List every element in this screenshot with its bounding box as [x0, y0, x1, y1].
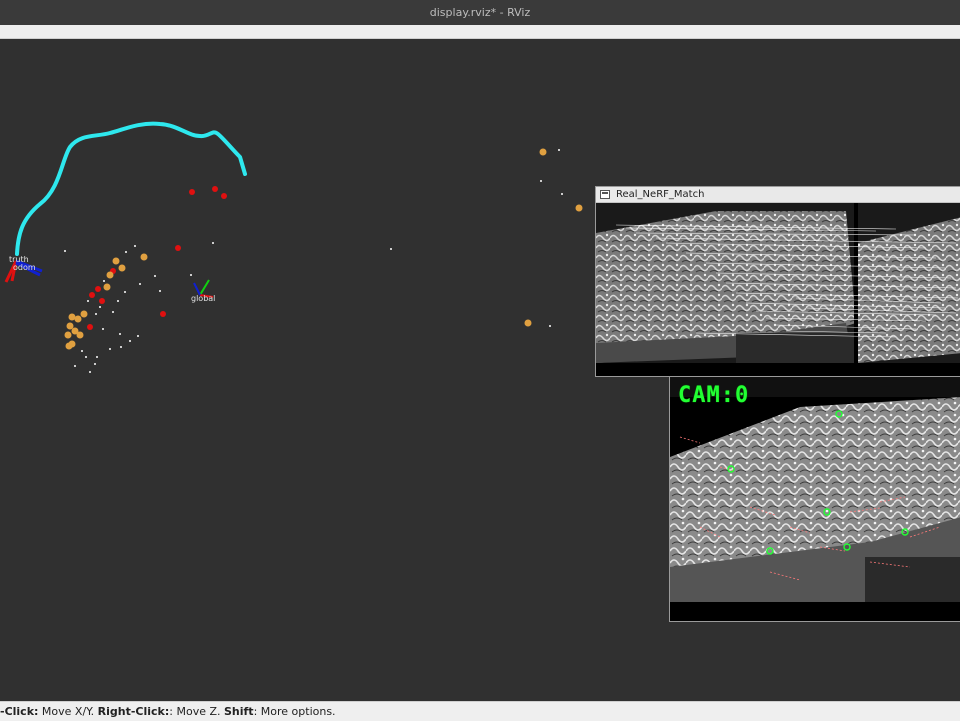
odom-frame-label: odom — [13, 263, 36, 272]
window-icon — [600, 190, 610, 199]
white-point-cloud — [64, 149, 563, 373]
menu-bar — [0, 25, 960, 39]
camera-image: CAM:0 — [670, 377, 960, 621]
camera-image-window[interactable]: CAM:0 — [669, 376, 960, 622]
status-left-click-text: Move X/Y. — [38, 705, 98, 718]
status-shift: Shift — [224, 705, 254, 718]
status-bar: -Click: Move X/Y. Right-Click:: Move Z. … — [0, 701, 960, 721]
camera-overlay-label: CAM:0 — [678, 383, 750, 408]
status-shift-text: : More options. — [253, 705, 336, 718]
status-right-click: Right-Click: — [97, 705, 170, 718]
red-landmarks — [87, 186, 227, 330]
window-title: display.rviz* - RViz — [429, 6, 531, 19]
global-frame-label: global — [191, 294, 216, 303]
status-right-click-text: : Move Z. — [169, 705, 224, 718]
match-window-title: Real_NeRF_Match — [616, 189, 705, 200]
match-image — [596, 203, 960, 376]
window-titlebar: display.rviz* - RViz — [0, 0, 960, 26]
orange-landmarks — [64, 148, 583, 350]
real-nerf-match-window[interactable]: Real_NeRF_Match — [595, 186, 960, 377]
match-window-titlebar[interactable]: Real_NeRF_Match — [596, 187, 960, 203]
trajectory-path — [15, 121, 247, 256]
status-left-click: -Click: — [0, 705, 39, 718]
